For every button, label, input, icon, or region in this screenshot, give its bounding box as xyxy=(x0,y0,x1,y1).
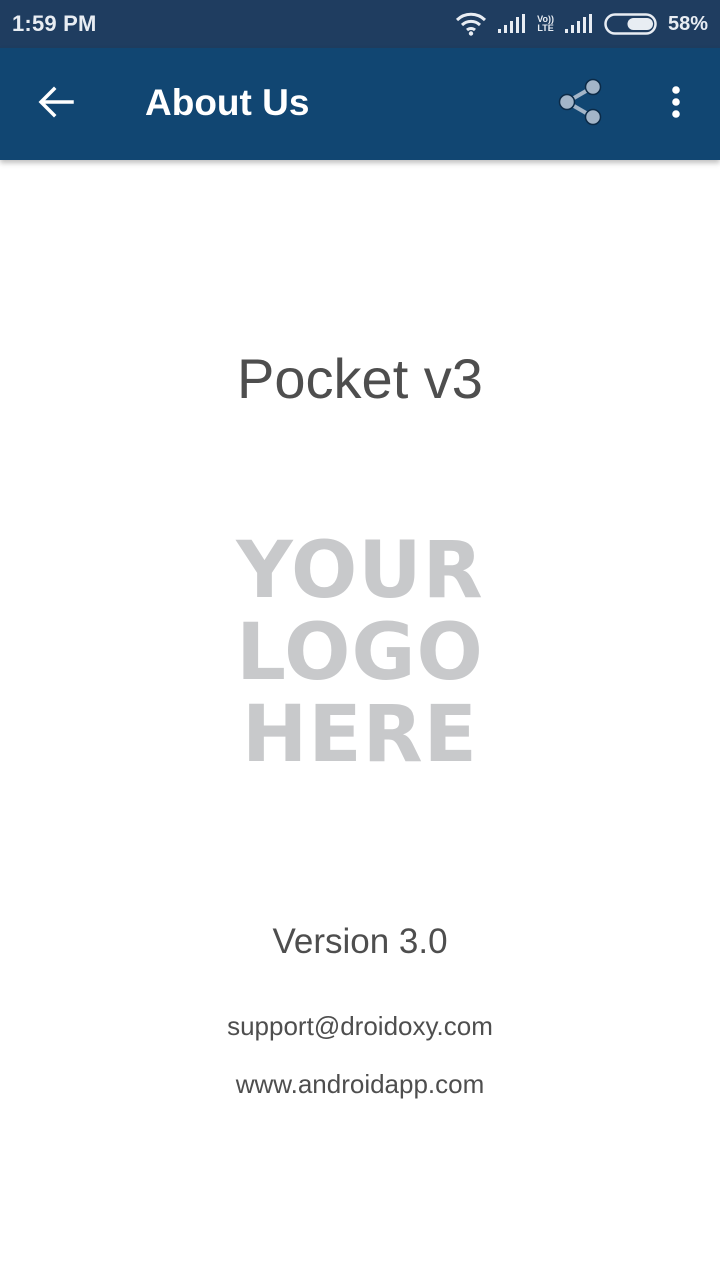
signal-icon xyxy=(564,14,594,34)
version-label: Version 3.0 xyxy=(272,922,448,961)
logo-line: YOUR xyxy=(236,526,484,616)
arrow-left-icon xyxy=(38,86,74,123)
logo-line: HERE xyxy=(242,690,478,780)
app-bar: About Us xyxy=(0,48,720,160)
volte-icon: Vo)) LTE xyxy=(537,15,554,33)
share-icon xyxy=(555,77,605,132)
battery-icon xyxy=(604,13,658,35)
share-button[interactable] xyxy=(548,74,612,134)
status-time: 1:59 PM xyxy=(12,11,97,36)
support-email-link[interactable]: support@droidoxy.com xyxy=(0,1011,720,1042)
page-title: About Us xyxy=(145,82,310,123)
logo-placeholder: YOUR LOGO HERE xyxy=(230,526,490,780)
website-link[interactable]: www.androidapp.com xyxy=(0,1069,720,1100)
about-content: Pocket v3 YOUR LOGO HERE Version 3.0 sup… xyxy=(0,160,720,1280)
more-vertical-icon xyxy=(670,84,682,125)
status-bar: 1:59 PM Vo)) LTE 58% xyxy=(0,0,720,48)
battery-percent: 58% xyxy=(667,12,708,35)
app-name: Pocket v3 xyxy=(237,347,483,410)
more-options-button[interactable] xyxy=(652,74,700,134)
signal-icon xyxy=(497,14,527,34)
status-icons: Vo)) LTE 58% xyxy=(455,12,708,36)
logo-line: LOGO xyxy=(236,608,484,698)
wifi-icon xyxy=(455,12,487,36)
volte-bottom-label: LTE xyxy=(537,23,554,33)
back-button[interactable] xyxy=(28,76,84,132)
